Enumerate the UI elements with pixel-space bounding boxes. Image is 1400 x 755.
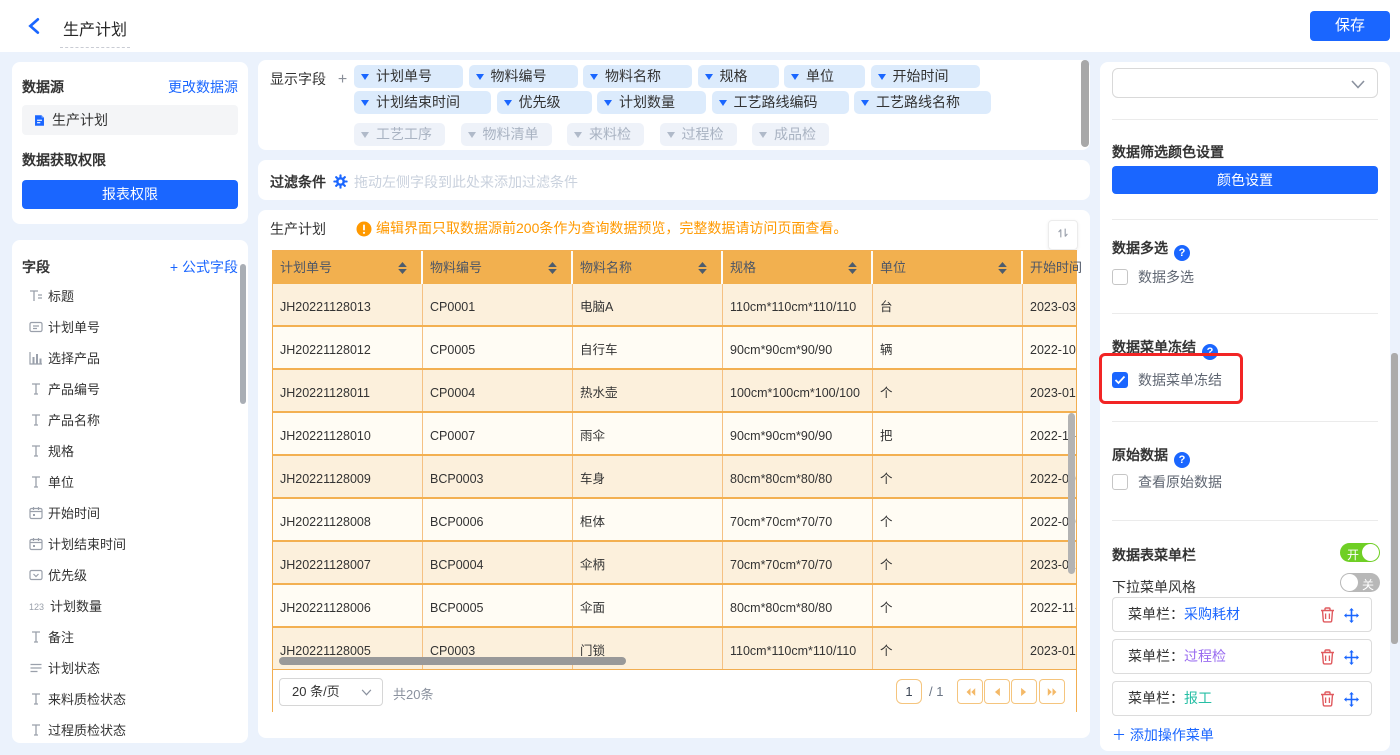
svg-text:123: 123 xyxy=(29,602,44,612)
